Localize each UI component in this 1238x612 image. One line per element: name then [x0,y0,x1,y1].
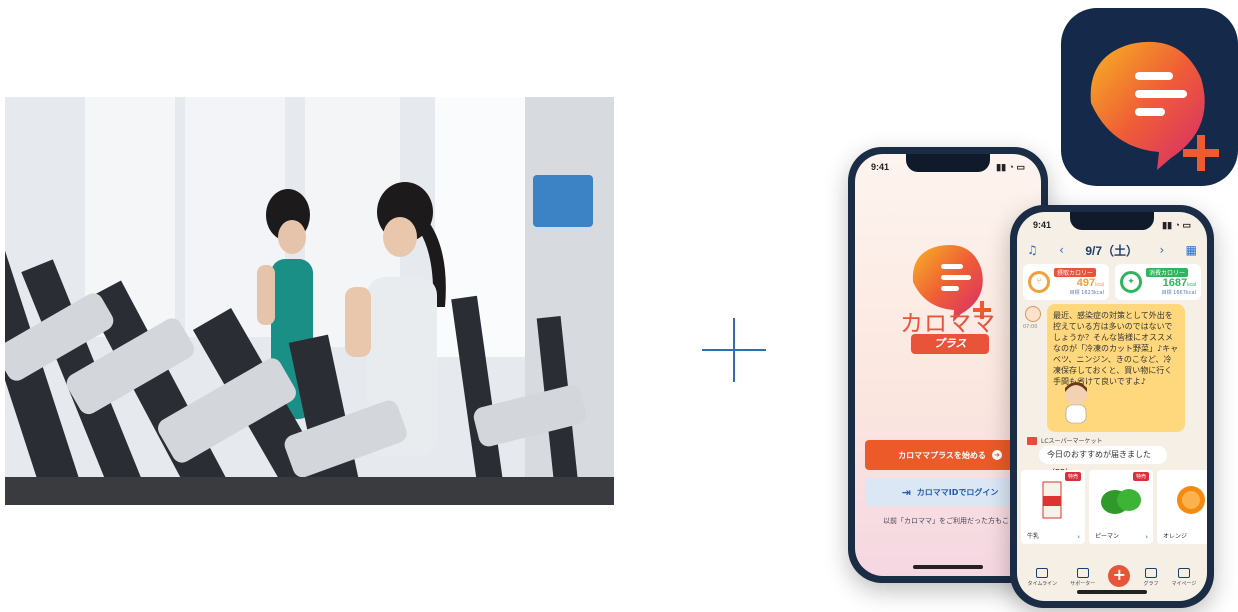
sale-badge: 特売 [1064,472,1081,481]
tab-supporter[interactable]: サポーター [1070,568,1095,587]
intake-label: 摂取カロリー [1054,268,1097,277]
status-bar: 9:41 ▮▮ ◔ ▭ [871,162,1025,173]
tab-label: グラフ [1143,581,1159,587]
intake-goal: 目標 1623kcal [1069,290,1104,296]
burn-value: 1687 [1162,277,1188,289]
shop-header: LCスーパーマーケット [1027,436,1102,445]
date-header: ♫ ‹ 9/7（土） › ▦ [1017,238,1207,262]
burn-goal: 目標 1667kcal [1161,290,1196,296]
add-icon: + [1108,565,1131,587]
shop-name: LCスーパーマーケット [1041,438,1103,445]
chevron-right-icon: › [1145,533,1148,541]
burn-card[interactable]: ✦ 消費カロリー 1687kcal 目標 1667kcal [1115,264,1201,300]
graph-icon [1144,568,1157,578]
tab-mypage[interactable]: マイページ [1171,568,1197,587]
brand-name: カロママ [900,311,996,337]
tab-timeline[interactable]: タイムライン [1027,568,1058,587]
gym-photo [5,97,614,505]
status-time: 9:41 [1033,220,1052,230]
product-card[interactable]: オレンジ [1157,470,1207,544]
brand-subtitle: プラス [911,334,989,354]
mascot-illustration [1065,382,1087,424]
orange-image [1177,486,1205,514]
product-card[interactable]: 特売 牛乳 › [1021,470,1085,544]
arrow-right-icon: ➜ [991,450,1002,460]
prev-day-icon[interactable]: ‹ [1059,243,1064,257]
product-list: 特売 牛乳 › 特売 ピーマン › オレンジ [1021,470,1207,544]
message-text: 最近、感染症の対策として外出を控えている方は多いのではないでしょうか？そんな皆様… [1053,311,1179,386]
burn-unit: kcal [1187,282,1196,288]
tab-label: タイムライン [1027,581,1058,587]
calendar-icon[interactable]: ▦ [1186,243,1197,257]
pr-message[interactable]: 今日のおすすめが届きました（PR） [1039,446,1167,477]
phone-timeline: 9:41 ▮▮ ◔ ▭ ♫ ‹ 9/7（土） › ▦ ⑂ 摂取カロリー 497k… [1010,205,1214,608]
date-label: 9/7（土） [1085,243,1139,258]
tab-graph[interactable]: グラフ [1143,568,1158,587]
runner-icon: ✦ [1120,271,1142,293]
product-card[interactable]: 特売 ピーマン › [1089,470,1153,544]
start-button-label: カロママプラスを始める [898,450,986,460]
tab-add[interactable]: + [1108,565,1131,587]
bell-icon[interactable]: ♫ [1027,243,1038,257]
sale-badge: 特売 [1132,472,1149,481]
signal-icon: ▮▮ ◔ ▭ [1162,220,1191,230]
login-button-label: カロママIDでログイン [916,487,999,497]
login-icon: ⇥ [901,485,911,499]
product-name: 牛乳 [1027,533,1040,540]
calorie-summary: ⑂ 摂取カロリー 497kcal 目標 1623kcal ✦ 消費カロリー 16… [1017,264,1207,300]
plus-icon [702,318,766,382]
tab-bar: タイムライン サポーター + グラフ マイページ [1017,557,1207,587]
home-indicator [913,565,983,569]
message-time: 07:00 [1023,324,1038,330]
tab-label: サポーター [1070,581,1096,587]
app-icon[interactable] [1061,8,1238,186]
home-indicator [1077,590,1147,594]
fork-knife-icon: ⑂ [1028,271,1050,293]
chevron-right-icon: › [1077,533,1080,541]
tab-label: マイページ [1171,581,1197,587]
user-icon [1177,568,1190,578]
intake-value: 497 [1076,277,1096,289]
signal-icon: ▮▮ ◔ ▭ [996,162,1025,172]
product-name: ピーマン [1095,533,1120,540]
status-bar: 9:41 ▮▮ ◔ ▭ [1033,220,1191,231]
product-name: オレンジ [1163,533,1188,540]
chat-icon [1036,568,1049,578]
intake-unit: kcal [1095,282,1104,288]
burn-label: 消費カロリー [1146,268,1189,277]
shop-icon [1027,436,1037,445]
intake-card[interactable]: ⑂ 摂取カロリー 497kcal 目標 1623kcal [1023,264,1109,300]
next-day-icon[interactable]: › [1159,243,1164,257]
people-icon [1076,568,1089,578]
avatar [1025,306,1041,322]
status-time: 9:41 [871,162,890,172]
